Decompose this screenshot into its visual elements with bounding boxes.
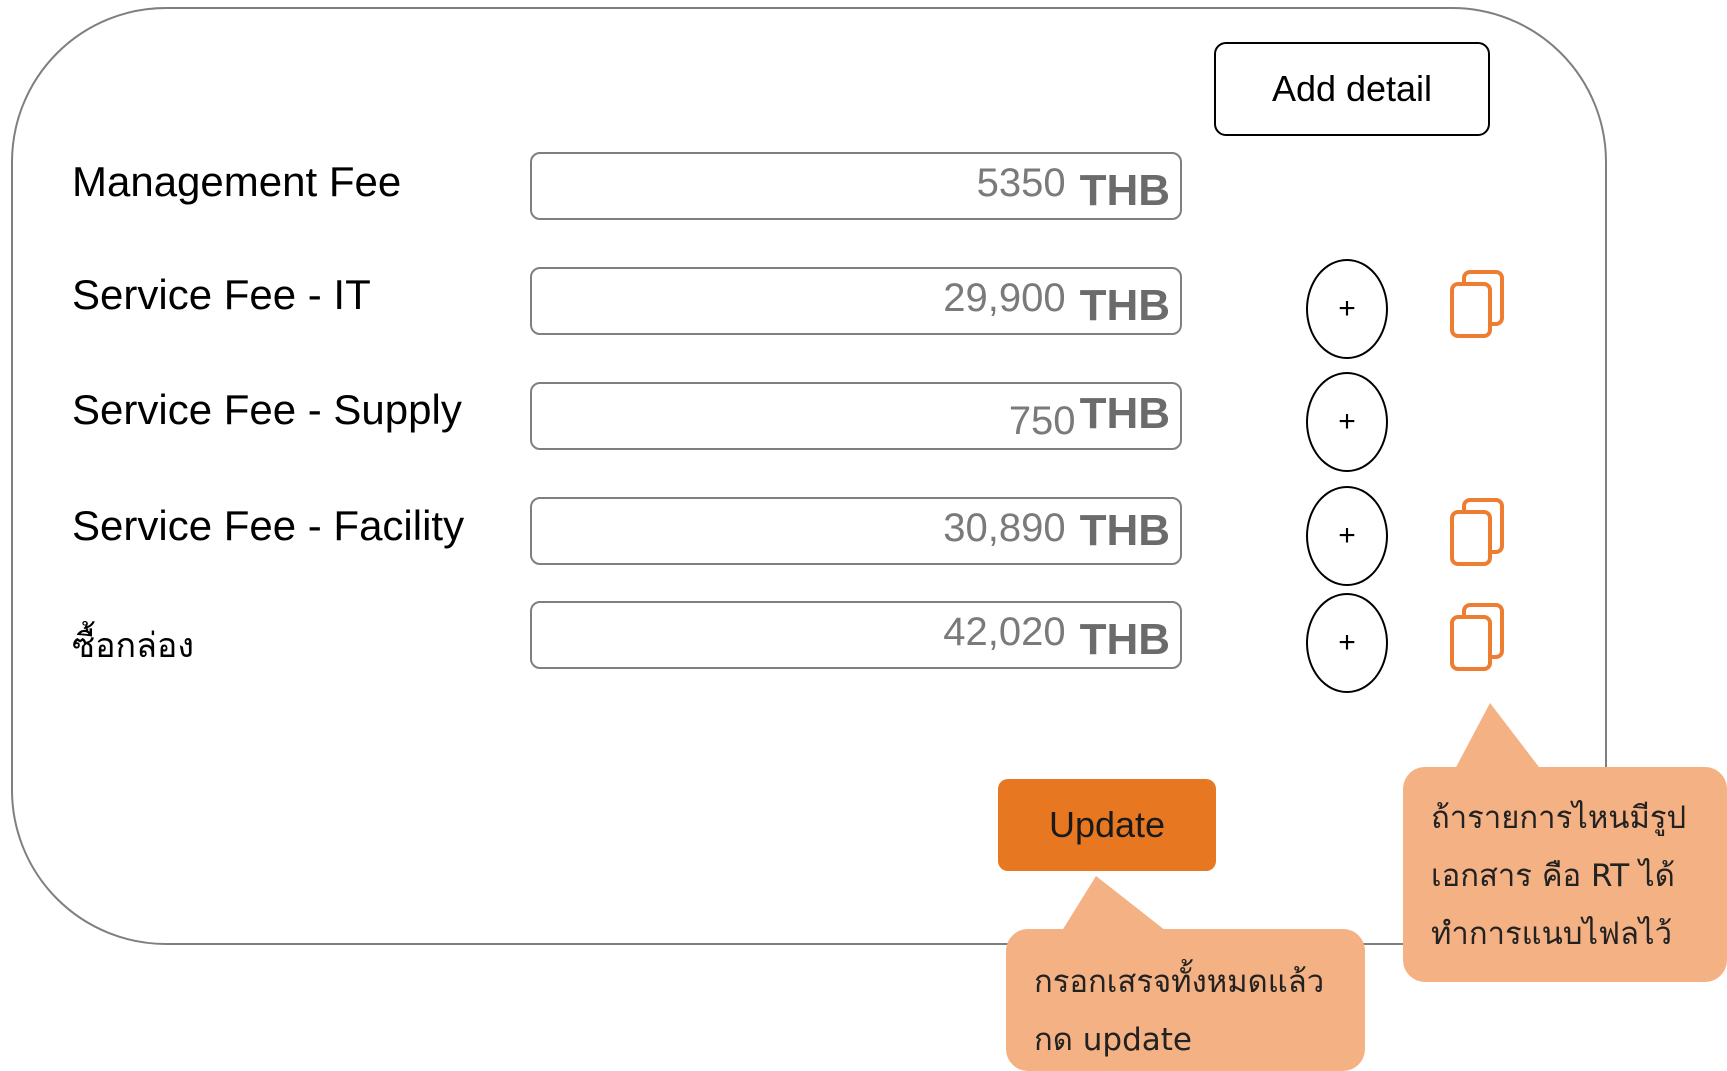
row-label-buy-boxes: ซื้อกล่อง: [72, 626, 194, 666]
row-label-service-fee-it: Service Fee - IT: [72, 271, 371, 318]
callout-text-line: กด update: [1034, 1022, 1192, 1058]
amount-field-buy-boxes[interactable]: 42,020 THB: [530, 601, 1182, 669]
currency-unit: THB: [1079, 389, 1170, 438]
callout-text-line: เอกสาร คือ RT ได้: [1431, 858, 1675, 894]
amount-field-service-fee-facility[interactable]: 30,890 THB: [530, 497, 1182, 565]
callout-text-line: ถ้ารายการไหนมีรูป: [1431, 800, 1687, 836]
amount-field-management-fee[interactable]: 5350 THB: [530, 152, 1182, 220]
add-item-button[interactable]: +: [1306, 372, 1388, 472]
callout-text-line: ทำการแนบไฟลไว้: [1431, 916, 1673, 952]
document-attachment-callout: ถ้ารายการไหนมีรูป เอกสาร คือ RT ได้ ทำกา…: [1403, 767, 1727, 982]
amount-field-service-fee-it[interactable]: 29,900 THB: [530, 267, 1182, 335]
amount-value: 29,900: [943, 275, 1066, 320]
currency-unit: THB: [1079, 166, 1170, 215]
currency-unit: THB: [1079, 615, 1170, 664]
row-label-management-fee: Management Fee: [72, 158, 402, 205]
copy-document-icon[interactable]: [1448, 269, 1508, 339]
add-item-button[interactable]: +: [1306, 593, 1388, 693]
callout-text-line: กรอกเสรจทั้งหมดแล้ว: [1034, 964, 1325, 1000]
currency-unit: THB: [1079, 281, 1170, 330]
amount-value: 5350: [976, 160, 1066, 205]
add-item-button[interactable]: +: [1306, 486, 1388, 586]
amount-field-service-fee-supply[interactable]: 750 THB: [530, 382, 1182, 450]
row-label-service-fee-facility: Service Fee - Facility: [72, 502, 465, 549]
amount-value: 30,890: [943, 505, 1066, 550]
callout-pointer-update: [1060, 876, 1170, 934]
amount-value: 42,020: [943, 609, 1066, 654]
amount-value: 750: [1008, 398, 1076, 443]
copy-document-icon[interactable]: [1448, 602, 1508, 672]
add-detail-button[interactable]: Add detail: [1214, 42, 1490, 136]
detail-panel: [11, 7, 1607, 945]
row-label-service-fee-supply: Service Fee - Supply: [72, 386, 462, 433]
currency-unit: THB: [1079, 506, 1170, 555]
update-button[interactable]: Update: [998, 779, 1216, 871]
copy-document-icon[interactable]: [1448, 497, 1508, 567]
callout-pointer-document: [1454, 703, 1542, 771]
update-instruction-callout: กรอกเสรจทั้งหมดแล้ว กด update: [1006, 929, 1365, 1071]
add-item-button[interactable]: +: [1306, 259, 1388, 359]
